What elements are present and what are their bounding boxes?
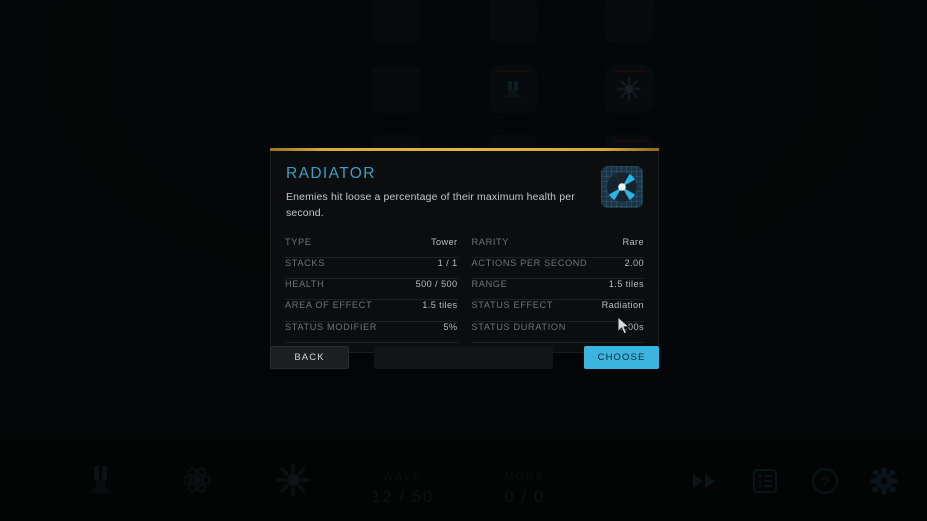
stat-value: 5% — [443, 321, 458, 332]
stat-key: STACKS — [285, 257, 325, 268]
stats-column-right: RARITY Rare ACTIONS PER SECOND 2.00 RANG… — [471, 236, 644, 344]
stat-value: 1.5 tiles — [422, 300, 458, 311]
footer-empty-slot — [374, 346, 553, 369]
dialog-body: RADIATOR Enemies hit loose a percentage … — [270, 151, 659, 354]
stat-row: STACKS 1 / 1 — [285, 257, 458, 280]
dialog-text-column: RADIATOR Enemies hit loose a percentage … — [286, 165, 601, 222]
stat-key: HEALTH — [285, 279, 325, 290]
stat-value: 1 / 1 — [437, 257, 458, 268]
stat-row: TYPE Tower — [285, 237, 458, 258]
stat-value: Radiation — [601, 300, 644, 311]
stat-key: AREA OF EFFECT — [285, 300, 373, 311]
radiation-icon — [601, 166, 643, 208]
stat-row: ACTIONS PER SECOND 2.00 — [471, 257, 644, 280]
stat-value: 1.00s — [619, 321, 644, 332]
stat-value: 2.00 — [624, 257, 644, 268]
stat-row: RARITY Rare — [471, 236, 644, 258]
stat-row: STATUS MODIFIER 5% — [285, 321, 458, 344]
stat-key: TYPE — [285, 236, 312, 247]
tower-detail-dialog: RADIATOR Enemies hit loose a percentage … — [270, 148, 659, 354]
stat-key: STATUS MODIFIER — [285, 321, 378, 332]
stat-row: HEALTH 500 / 500 — [285, 279, 458, 301]
dialog-header: RADIATOR Enemies hit loose a percentage … — [283, 165, 646, 222]
stat-row: STATUS EFFECT Radiation — [471, 300, 644, 322]
stat-row: AREA OF EFFECT 1.5 tiles — [285, 300, 458, 322]
stats-column-left: TYPE Tower STACKS 1 / 1 HEALTH 500 / 500… — [285, 237, 458, 344]
stat-key: STATUS DURATION — [471, 321, 566, 332]
game-screen: WAVE 12 / 50 MOBS 0 / 0 — [0, 0, 927, 521]
back-button[interactable]: BACK — [270, 346, 349, 369]
stats-table: TYPE Tower STACKS 1 / 1 HEALTH 500 / 500… — [283, 236, 646, 344]
stat-value: Rare — [622, 236, 644, 247]
stat-key: ACTIONS PER SECOND — [471, 257, 588, 268]
stat-value: Tower — [430, 236, 458, 247]
stat-row: RANGE 1.5 tiles — [471, 279, 644, 301]
stat-key: RARITY — [471, 236, 510, 247]
stat-value: 1.5 tiles — [608, 279, 644, 290]
dialog-title: RADIATOR — [286, 165, 376, 182]
stat-value: 500 / 500 — [415, 279, 458, 290]
choose-button[interactable]: CHOOSE — [584, 346, 659, 369]
stat-key: STATUS EFFECT — [471, 300, 554, 311]
stat-key: RANGE — [471, 279, 508, 290]
dialog-footer: BACK CHOOSE — [270, 346, 659, 369]
dialog-description: Enemies hit loose a percentage of their … — [286, 191, 575, 220]
stat-row: STATUS DURATION 1.00s — [471, 321, 644, 344]
